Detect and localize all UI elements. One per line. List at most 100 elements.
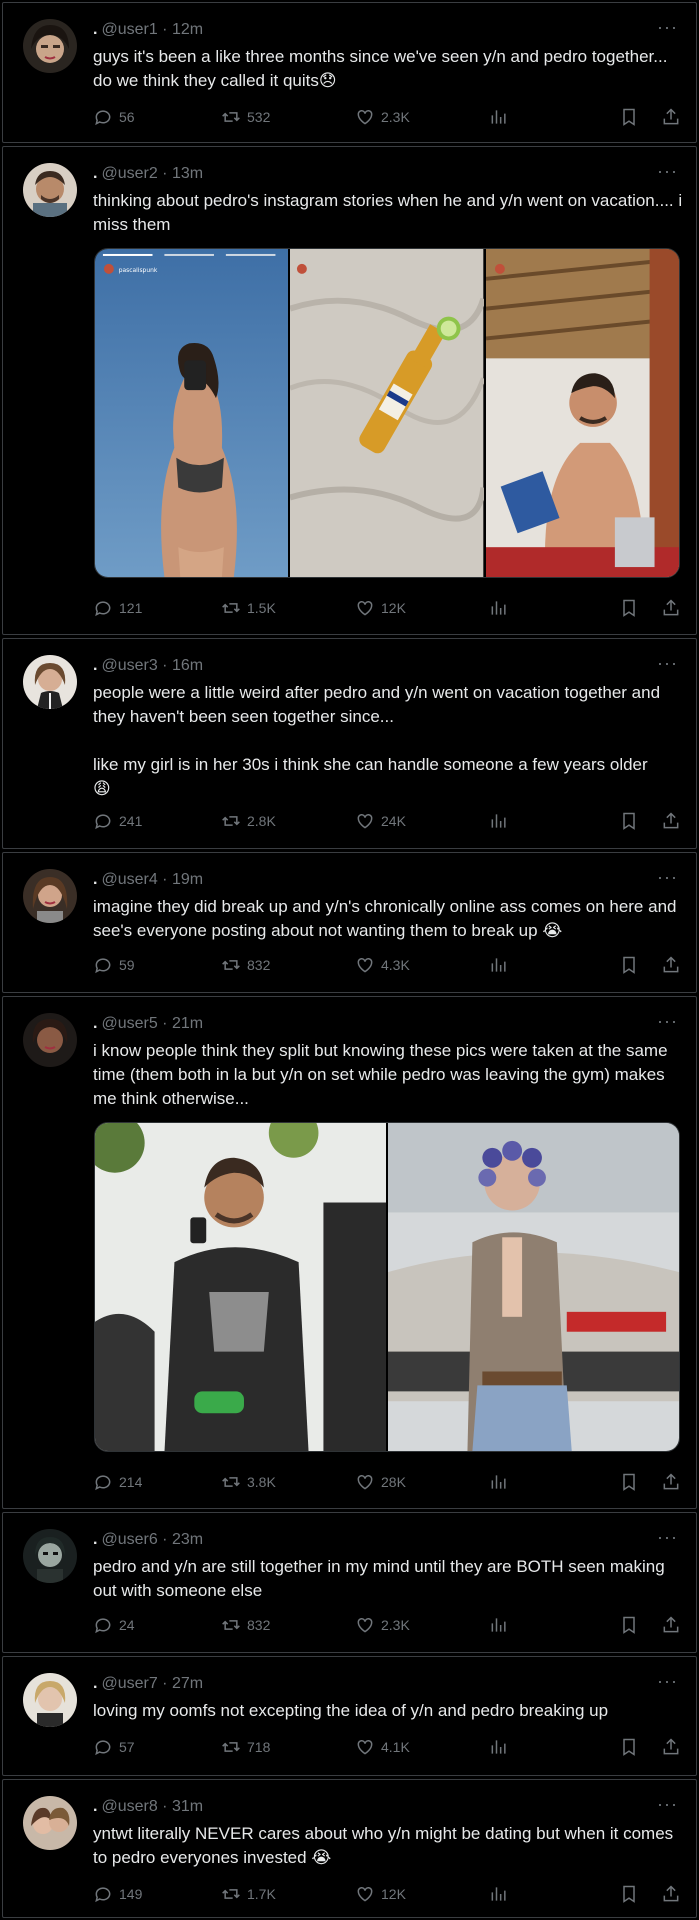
timestamp[interactable]: 21m	[172, 1015, 203, 1032]
bookmark-button[interactable]	[619, 107, 639, 127]
tweet-card[interactable]: . @user5 · 21m ··· i know people think th…	[2, 996, 697, 1509]
timestamp[interactable]: 27m	[172, 1675, 203, 1692]
tweet-card[interactable]: . @user6 · 23m ··· pedro and y/n are stil…	[2, 1512, 697, 1653]
views-button[interactable]	[489, 1472, 509, 1492]
views-button[interactable]	[489, 598, 509, 618]
timestamp[interactable]: 31m	[172, 1798, 203, 1815]
avatar[interactable]	[23, 1673, 77, 1727]
retweet-button[interactable]: 718	[221, 1737, 270, 1757]
media-grid[interactable]	[94, 1122, 680, 1452]
reply-button[interactable]: 214	[93, 1472, 142, 1492]
retweet-button[interactable]: 2.8K	[221, 811, 276, 831]
retweet-button[interactable]: 3.8K	[221, 1472, 276, 1492]
share-button[interactable]	[661, 1737, 681, 1757]
avatar[interactable]	[23, 1796, 77, 1850]
like-button[interactable]: 12K	[355, 598, 406, 618]
retweet-button[interactable]: 1.7K	[221, 1884, 276, 1904]
tweet-card[interactable]: . @user1 · 12m ··· guys it's been a like …	[2, 2, 697, 143]
more-options-icon[interactable]: ···	[657, 653, 678, 674]
media-grid[interactable]: pascalispunk	[94, 248, 680, 578]
views-button[interactable]	[489, 1884, 509, 1904]
timestamp[interactable]: 13m	[172, 165, 203, 182]
more-options-icon[interactable]: ···	[657, 161, 678, 182]
bookmark-button[interactable]	[619, 598, 639, 618]
reply-button[interactable]: 121	[93, 598, 142, 618]
reply-button[interactable]: 57	[93, 1737, 135, 1757]
tweet-text: i know people think they split but knowi…	[93, 1039, 683, 1111]
username[interactable]: @user8	[101, 1798, 157, 1815]
retweet-button[interactable]: 532	[221, 107, 270, 127]
reply-button[interactable]: 56	[93, 107, 135, 127]
retweet-button[interactable]: 832	[221, 955, 270, 975]
like-button[interactable]: 4.1K	[355, 1737, 410, 1757]
share-button[interactable]	[661, 1884, 681, 1904]
share-button[interactable]	[661, 1615, 681, 1635]
tweet-card[interactable]: . @user7 · 27m ··· loving my oomfs not ex…	[2, 1656, 697, 1776]
avatar[interactable]	[23, 655, 77, 709]
photo-man-on-phone[interactable]	[95, 1123, 386, 1451]
retweet-icon	[222, 1889, 240, 1899]
story-photo-mirror-selfie[interactable]: pascalispunk	[95, 249, 289, 577]
photo-woman-with-rollers[interactable]	[386, 1123, 679, 1451]
retweet-button[interactable]: 832	[221, 1615, 270, 1635]
views-button[interactable]	[489, 1737, 509, 1757]
tweet-card[interactable]: . @user2 · 13m ··· thinking about pedro's…	[2, 146, 697, 635]
avatar[interactable]	[23, 1013, 77, 1067]
retweet-icon	[222, 112, 240, 122]
like-button[interactable]: 28K	[355, 1472, 406, 1492]
story-photo-man-reading[interactable]	[483, 249, 679, 577]
share-button[interactable]	[661, 1472, 681, 1492]
username[interactable]: @user7	[101, 1675, 157, 1692]
timestamp[interactable]: 23m	[172, 1531, 203, 1548]
more-options-icon[interactable]: ···	[657, 17, 678, 38]
share-button[interactable]	[661, 955, 681, 975]
avatar[interactable]	[23, 19, 77, 73]
tweet-card[interactable]: . @user8 · 31m ··· yntwt literally NEVER …	[2, 1779, 697, 1918]
avatar[interactable]	[23, 1529, 77, 1583]
share-button[interactable]	[661, 598, 681, 618]
bookmark-button[interactable]	[619, 955, 639, 975]
username[interactable]: @user2	[101, 165, 157, 182]
reply-button[interactable]: 59	[93, 955, 135, 975]
username[interactable]: @user5	[101, 1015, 157, 1032]
bookmark-button[interactable]	[619, 811, 639, 831]
more-options-icon[interactable]: ···	[657, 867, 678, 888]
retweet-button[interactable]: 1.5K	[221, 598, 276, 618]
avatar[interactable]	[23, 163, 77, 217]
views-button[interactable]	[489, 107, 509, 127]
more-options-icon[interactable]: ···	[657, 1527, 678, 1548]
tweet-card[interactable]: . @user4 · 19m ··· imagine they did break…	[2, 852, 697, 993]
share-button[interactable]	[661, 107, 681, 127]
retweet-count: 3.8K	[247, 1474, 276, 1490]
bookmark-button[interactable]	[619, 1737, 639, 1757]
like-button[interactable]: 4.3K	[355, 955, 410, 975]
story-photo-beer-sand[interactable]	[288, 249, 484, 577]
views-button[interactable]	[489, 1615, 509, 1635]
avatar[interactable]	[23, 869, 77, 923]
more-options-icon[interactable]: ···	[657, 1011, 678, 1032]
like-button[interactable]: 24K	[355, 811, 406, 831]
timestamp[interactable]: 12m	[172, 21, 203, 38]
like-button[interactable]: 12K	[355, 1884, 406, 1904]
reply-button[interactable]: 149	[93, 1884, 142, 1904]
views-button[interactable]	[489, 955, 509, 975]
separator: ·	[162, 165, 168, 182]
bookmark-button[interactable]	[619, 1884, 639, 1904]
username[interactable]: @user3	[101, 657, 157, 674]
reply-button[interactable]: 24	[93, 1615, 135, 1635]
views-button[interactable]	[489, 811, 509, 831]
share-button[interactable]	[661, 811, 681, 831]
more-options-icon[interactable]: ···	[657, 1671, 678, 1692]
more-options-icon[interactable]: ···	[657, 1794, 678, 1815]
timestamp[interactable]: 16m	[172, 657, 203, 674]
like-button[interactable]: 2.3K	[355, 107, 410, 127]
like-button[interactable]: 2.3K	[355, 1615, 410, 1635]
timestamp[interactable]: 19m	[172, 871, 203, 888]
reply-button[interactable]: 241	[93, 811, 142, 831]
username[interactable]: @user4	[101, 871, 157, 888]
username[interactable]: @user6	[101, 1531, 157, 1548]
tweet-card[interactable]: . @user3 · 16m ··· people were a little w…	[2, 638, 697, 849]
bookmark-button[interactable]	[619, 1615, 639, 1635]
bookmark-button[interactable]	[619, 1472, 639, 1492]
username[interactable]: @user1	[101, 21, 157, 38]
